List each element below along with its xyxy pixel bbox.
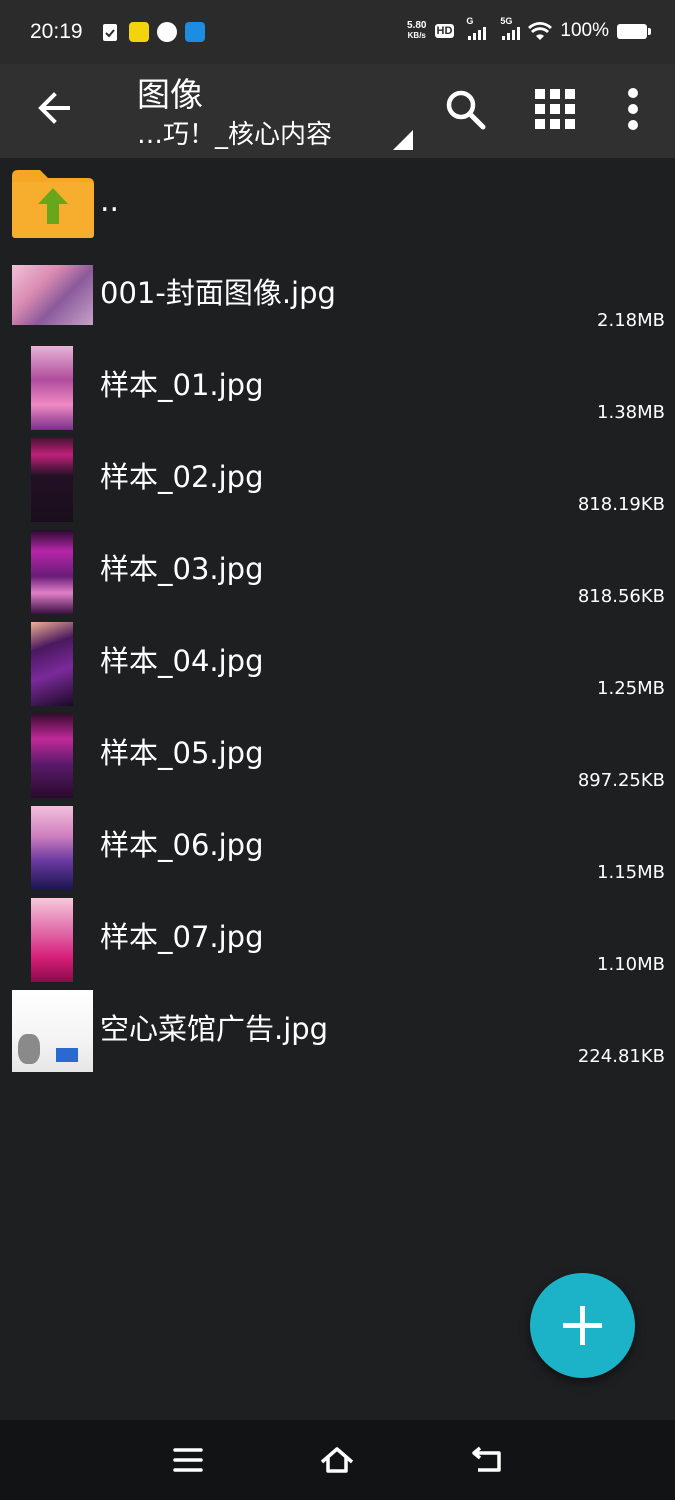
list-item[interactable]: 样本_03.jpg 818.56KB xyxy=(0,526,675,618)
file-size: 1.10MB xyxy=(597,954,665,975)
list-item[interactable]: 样本_01.jpg 1.38MB xyxy=(0,342,675,434)
image-thumbnail xyxy=(31,806,73,890)
file-name: 样本_05.jpg xyxy=(100,736,264,770)
image-thumbnail xyxy=(31,346,73,430)
file-name: 样本_02.jpg xyxy=(100,460,264,494)
status-bar: 20:19 5.80 KB/s HD G 5G 100% xyxy=(0,0,675,64)
file-name: 001-封面图像.jpg xyxy=(100,276,336,310)
file-name: .. xyxy=(100,184,120,219)
file-size: 897.25KB xyxy=(577,770,665,791)
battery-icon xyxy=(617,23,651,39)
page-title: 图像 xyxy=(137,75,203,114)
file-size: 1.38MB xyxy=(597,402,665,423)
system-nav-bar xyxy=(0,1420,675,1500)
app-notify-icon-3 xyxy=(185,22,205,42)
status-time: 20:19 xyxy=(30,20,83,43)
image-thumbnail xyxy=(31,622,73,706)
list-item[interactable]: 样本_07.jpg 1.10MB xyxy=(0,894,675,986)
image-thumbnail xyxy=(12,990,93,1072)
back-arrow-icon[interactable] xyxy=(34,88,74,128)
battery-percent: 100% xyxy=(560,20,609,41)
file-size: 1.25MB xyxy=(597,678,665,699)
cell-signal-icon-2: 5G xyxy=(500,16,521,40)
app-notify-icon-1 xyxy=(129,22,149,42)
file-name: 空心菜馆广告.jpg xyxy=(100,1012,329,1046)
path-subtitle[interactable]: …巧！_核心内容 xyxy=(137,114,332,151)
list-item[interactable]: 样本_02.jpg 818.19KB xyxy=(0,434,675,526)
list-item[interactable]: 样本_05.jpg 897.25KB xyxy=(0,710,675,802)
path-dropdown-icon[interactable] xyxy=(393,130,413,150)
list-item[interactable]: 001-封面图像.jpg 2.18MB xyxy=(0,250,675,342)
menu-icon[interactable] xyxy=(170,1442,206,1478)
cell-signal-icon-1: G xyxy=(466,16,487,40)
file-name: 样本_06.jpg xyxy=(100,828,264,862)
add-button[interactable] xyxy=(530,1273,635,1378)
file-size: 818.56KB xyxy=(577,586,665,607)
list-item[interactable]: 空心菜馆广告.jpg 224.81KB xyxy=(0,986,675,1078)
app-toolbar: 图像 …巧！_核心内容 xyxy=(0,64,675,158)
task-check-icon xyxy=(102,22,122,42)
list-item[interactable]: 样本_04.jpg 1.25MB xyxy=(0,618,675,710)
wifi-icon xyxy=(528,22,553,40)
image-thumbnail xyxy=(31,898,73,982)
file-size: 224.81KB xyxy=(577,1046,665,1067)
file-name: 样本_03.jpg xyxy=(100,552,264,586)
folder-up-icon xyxy=(12,170,94,238)
image-thumbnail xyxy=(31,714,73,798)
file-name: 样本_04.jpg xyxy=(100,644,264,678)
image-thumbnail xyxy=(31,438,73,522)
back-nav-icon[interactable] xyxy=(470,1442,506,1478)
file-name: 样本_01.jpg xyxy=(100,368,264,402)
hd-voice-badge: HD xyxy=(434,24,455,38)
more-vert-icon[interactable] xyxy=(610,86,656,132)
search-icon[interactable] xyxy=(442,86,488,132)
net-speed: 5.80 KB/s xyxy=(407,20,427,41)
list-item[interactable]: 样本_06.jpg 1.15MB xyxy=(0,802,675,894)
file-size: 2.18MB xyxy=(597,310,665,331)
grid-view-icon[interactable] xyxy=(532,86,578,132)
file-size: 1.15MB xyxy=(597,862,665,883)
image-thumbnail xyxy=(12,265,93,325)
file-name: 样本_07.jpg xyxy=(100,920,264,954)
file-list: .. 001-封面图像.jpg 2.18MB 样本_01.jpg 1.38MB … xyxy=(0,158,675,1078)
file-size: 818.19KB xyxy=(577,494,665,515)
image-thumbnail xyxy=(31,530,73,614)
parent-folder-row[interactable]: .. xyxy=(0,158,675,250)
app-notify-icon-2 xyxy=(157,22,177,42)
home-icon[interactable] xyxy=(319,1442,355,1478)
